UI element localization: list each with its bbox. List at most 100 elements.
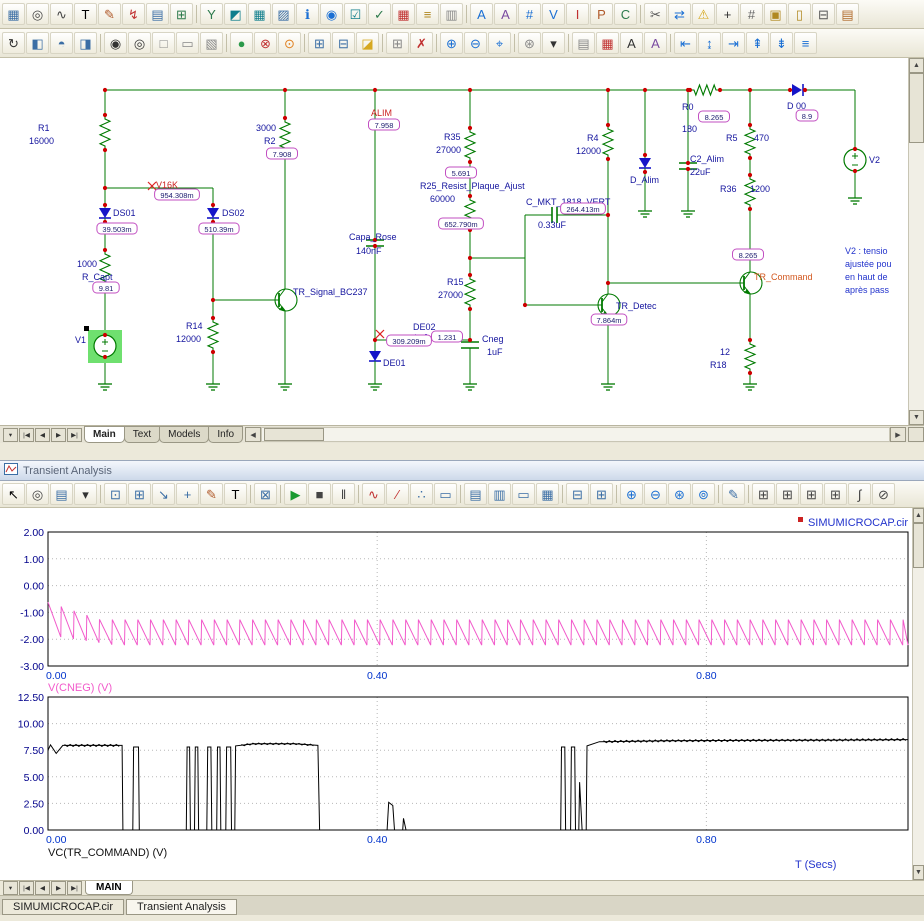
schematic-vscrollbar[interactable]: ▲ ▼	[908, 58, 924, 425]
power-icon[interactable]: P	[590, 3, 613, 25]
schematic-label[interactable]: V2	[869, 155, 880, 165]
rotate-icon[interactable]: ↻	[2, 32, 25, 54]
schematic-label[interactable]: TR_Signal_BC237	[293, 287, 368, 297]
split-v-icon[interactable]: ⊞	[590, 483, 613, 505]
align-center-icon[interactable]: ↨	[698, 32, 721, 54]
schematic-label[interactable]: R4	[587, 133, 599, 143]
schematic-label[interactable]: ALIM	[371, 108, 392, 118]
schematic-label[interactable]: TR_Command	[754, 272, 813, 282]
page-menu-button[interactable]: ▾	[3, 881, 18, 895]
font-color-icon[interactable]: A	[644, 32, 667, 54]
schematic-label[interactable]: Cneg	[482, 334, 504, 344]
plot-vscrollbar[interactable]: ▲ ▼	[912, 508, 924, 880]
schematic-label[interactable]: DE02	[413, 322, 436, 332]
schematic-tab-text[interactable]: Text	[123, 426, 161, 443]
more-options-icon[interactable]: ⊙	[278, 32, 301, 54]
page-prev-button[interactable]: ◀	[35, 881, 50, 895]
polarity-icon[interactable]: ◩	[224, 3, 247, 25]
page-add-icon[interactable]: ⊞	[386, 32, 409, 54]
page-next-button[interactable]: ▶	[51, 881, 66, 895]
flip-v-icon[interactable]: ◓	[50, 32, 73, 54]
attribute-icon[interactable]: A	[494, 3, 517, 25]
image-tool-icon[interactable]: ▤	[572, 32, 595, 54]
schematic-label[interactable]: 60000	[430, 194, 455, 204]
page-prev-button[interactable]: ◀	[35, 427, 50, 442]
cross-icon[interactable]: +	[716, 3, 739, 25]
select-all-icon[interactable]: □	[152, 32, 175, 54]
palette-icon[interactable]: ▦	[596, 32, 619, 54]
hscroll-track[interactable]	[261, 427, 890, 442]
pin-connections-icon[interactable]: C	[614, 3, 637, 25]
schematic-label[interactable]: 180	[682, 124, 697, 134]
schematic-label[interactable]: 27000	[436, 145, 461, 155]
cursor-icon[interactable]: ↖	[2, 483, 25, 505]
picture-icon[interactable]: ▤	[146, 3, 169, 25]
schematic-label[interactable]: R_Capt	[82, 272, 113, 282]
page-first-button[interactable]: |◀	[19, 881, 34, 895]
zoom-box-icon[interactable]: ⊞	[128, 483, 151, 505]
font-icon[interactable]: A	[620, 32, 643, 54]
draw-mode-icon[interactable]: ✎	[98, 3, 121, 25]
schematic-label[interactable]: ajustée pou	[845, 259, 892, 269]
select-mode-icon[interactable]: ▦	[2, 3, 25, 25]
schematic-label[interactable]: 3000	[256, 123, 276, 133]
scroll-up-icon[interactable]: ▲	[909, 58, 924, 73]
region-icon[interactable]: ▭	[176, 32, 199, 54]
pan-icon[interactable]: ◎	[26, 483, 49, 505]
schematic-label[interactable]: R2	[264, 136, 276, 146]
schematic-tab-main[interactable]: Main	[84, 426, 125, 443]
go-icon[interactable]: ●	[230, 32, 253, 54]
split-h-icon[interactable]: ⊟	[566, 483, 589, 505]
scroll-track[interactable]	[909, 73, 924, 410]
tag-icon[interactable]: ✎	[200, 483, 223, 505]
multi-pane-icon[interactable]: ▦	[536, 483, 559, 505]
warning-icon[interactable]: ⚠	[692, 3, 715, 25]
schematic-label[interactable]: 12	[720, 347, 730, 357]
sine-source-icon[interactable]: ∿	[50, 3, 73, 25]
schematic-label[interactable]: 1200	[750, 184, 770, 194]
schematic-label[interactable]: 1000	[77, 259, 97, 269]
title-block-icon[interactable]: ▯	[788, 3, 811, 25]
source-V2[interactable]	[843, 148, 867, 172]
schematic-label[interactable]: 1uF	[487, 347, 503, 357]
watch-icon[interactable]: ⊘	[872, 483, 895, 505]
node-numbers-icon[interactable]: #	[518, 3, 541, 25]
schematic-label[interactable]: R35	[444, 132, 461, 142]
probe-mode-icon[interactable]: ↯	[122, 3, 145, 25]
schematic-label[interactable]: V1	[75, 335, 86, 345]
hscroll-left-icon[interactable]: ◀	[245, 427, 262, 442]
scroll-thumb[interactable]	[909, 73, 924, 143]
y-axis-icon[interactable]: ⊞	[776, 483, 799, 505]
schematic-label[interactable]: V2 : tensio	[845, 246, 888, 256]
dropdown-icon[interactable]: ▾	[542, 32, 565, 54]
schematic-label[interactable]: D_Alim	[630, 175, 659, 185]
schematic-label[interactable]: C2_Alim	[690, 154, 724, 164]
table-icon[interactable]: ▦	[248, 3, 271, 25]
schematic-tab-models[interactable]: Models	[159, 426, 210, 443]
zoom-fit-icon[interactable]: ⊛	[668, 483, 691, 505]
window-tab-analysis[interactable]: Transient Analysis	[126, 899, 237, 915]
schematic-label[interactable]: 12000	[176, 334, 201, 344]
schematic-label[interactable]: R15	[447, 277, 464, 287]
scroll-track[interactable]	[913, 523, 924, 865]
schematic-label[interactable]: en haut de	[845, 272, 888, 282]
tile-horizontal-icon[interactable]: ▤	[464, 483, 487, 505]
mode-select-icon[interactable]: ⊛	[518, 32, 541, 54]
component-add-icon[interactable]: ⊞	[170, 3, 193, 25]
sheet-icon[interactable]: ▥	[440, 3, 463, 25]
plot1-series-label[interactable]: V(CNEG) (V)	[48, 682, 112, 694]
schematic-label[interactable]: R0	[682, 102, 694, 112]
schematic-label[interactable]: DS02	[222, 208, 245, 218]
ruler-icon[interactable]: ▭	[434, 483, 457, 505]
page-last-button[interactable]: ▶|	[67, 427, 82, 442]
properties-icon[interactable]: ✎	[722, 483, 745, 505]
zoom-out-plot-icon[interactable]: ⊖	[644, 483, 667, 505]
pan-mode-icon[interactable]: ◎	[26, 3, 49, 25]
points-icon[interactable]: ∴	[410, 483, 433, 505]
grid-icon[interactable]: #	[740, 3, 763, 25]
list-icon[interactable]: ≡	[416, 3, 439, 25]
analysis-page-tab-main[interactable]: MAIN	[85, 881, 133, 895]
scroll-up-icon[interactable]: ▲	[913, 508, 924, 523]
scroll-down-icon[interactable]: ▼	[913, 865, 924, 880]
schematic-label[interactable]: 0.33uF	[538, 220, 567, 230]
